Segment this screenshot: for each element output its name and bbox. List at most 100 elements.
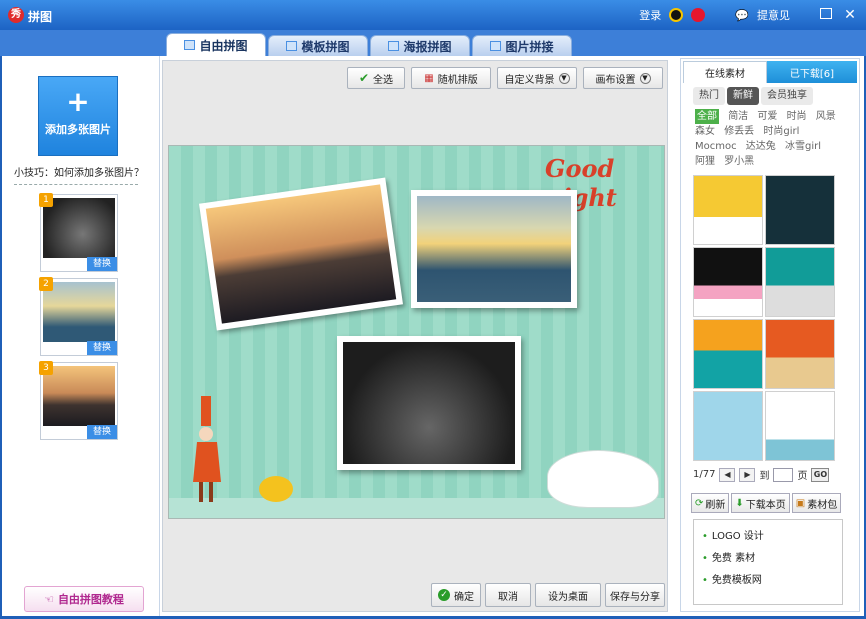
- collage-canvas[interactable]: Good night: [168, 145, 665, 519]
- replace-button[interactable]: 替换: [87, 425, 117, 439]
- button-label: 自定义背景: [504, 74, 555, 86]
- button-label: 全选: [373, 74, 394, 86]
- category-item[interactable]: 阿狸: [695, 154, 715, 169]
- ad-link[interactable]: LOGO 设计: [702, 526, 834, 548]
- button-label: 随机排版: [437, 74, 478, 86]
- template-thumb[interactable]: [693, 319, 763, 389]
- collage-photo-2[interactable]: [411, 190, 577, 308]
- category-item[interactable]: Mocmoc: [695, 139, 737, 154]
- page-label: 页: [797, 471, 808, 482]
- image-thumb-2[interactable]: 2 替换: [39, 277, 118, 356]
- template-thumb[interactable]: [765, 247, 835, 317]
- template-thumb[interactable]: [693, 247, 763, 317]
- free-collage-icon: [184, 40, 196, 50]
- editor-panel: ✔ 全选 ▦ 随机排版 自定义背景 ▼ 画布设置 ▼ Good night ✓ …: [162, 60, 668, 612]
- download-page-button[interactable]: ⬇ 下载本页: [731, 493, 790, 513]
- tab-label: 模板拼图: [301, 39, 350, 54]
- custom-background-dropdown[interactable]: 自定义背景 ▼: [497, 67, 577, 89]
- chevron-down-icon: ▼: [639, 72, 651, 84]
- template-thumb[interactable]: [765, 175, 835, 245]
- login-link[interactable]: 登录: [639, 7, 661, 23]
- tab-poster-collage[interactable]: 海报拼图: [370, 35, 470, 56]
- category-item[interactable]: 时尚: [787, 109, 807, 124]
- download-icon: ⬇: [735, 497, 744, 509]
- button-label: 取消: [498, 591, 518, 603]
- qq-icon[interactable]: [669, 8, 684, 22]
- refresh-button[interactable]: ⟳ 刷新: [691, 493, 730, 513]
- set-desktop-button[interactable]: 设为桌面: [535, 583, 601, 607]
- category-item[interactable]: 时尚girl: [763, 124, 799, 139]
- page-input[interactable]: [773, 467, 794, 482]
- category-item[interactable]: 修丢丢: [724, 124, 754, 139]
- template-thumb[interactable]: [693, 391, 763, 461]
- ad-link[interactable]: 免费模板网: [702, 570, 834, 592]
- weibo-icon[interactable]: [691, 8, 706, 22]
- maximize-button[interactable]: [818, 8, 834, 22]
- category-item[interactable]: 冰雪girl: [785, 139, 821, 154]
- add-images-label: 添加多张图片: [45, 123, 111, 136]
- random-layout-button[interactable]: ▦ 随机排版: [411, 67, 491, 89]
- thumb-image: [43, 366, 115, 426]
- category-item[interactable]: 可爱: [757, 109, 777, 124]
- tab-label: 海报拼图: [403, 39, 452, 54]
- tab-downloaded[interactable]: 已下载[6]: [767, 61, 857, 83]
- filter-members[interactable]: 会员独享: [761, 87, 813, 105]
- template-thumb[interactable]: [693, 175, 763, 245]
- close-button[interactable]: ✕: [842, 8, 858, 22]
- replace-button[interactable]: 替换: [87, 257, 117, 271]
- image-thumb-1[interactable]: 1 替换: [39, 193, 118, 272]
- canvas-settings-dropdown[interactable]: 画布设置 ▼: [583, 67, 663, 89]
- tab-image-stitch[interactable]: 图片拼接: [472, 35, 572, 56]
- ad-link[interactable]: 免费 素材: [702, 548, 834, 570]
- pagination: 1/77 ◀ ▶ 到 页 GO: [693, 467, 830, 482]
- button-label: 保存与分享: [610, 591, 660, 603]
- save-share-button[interactable]: 保存与分享: [605, 583, 665, 607]
- collage-photo-3[interactable]: [337, 336, 521, 470]
- thumb-number: 2: [39, 277, 53, 291]
- package-icon: ▣: [795, 497, 806, 509]
- category-all[interactable]: 全部: [695, 109, 719, 124]
- feedback-link[interactable]: 提意见: [757, 7, 790, 23]
- cancel-button[interactable]: 取消: [485, 583, 531, 607]
- category-item[interactable]: 达达兔: [746, 139, 776, 154]
- button-label: 确定: [454, 591, 474, 603]
- poster-icon: [388, 41, 400, 51]
- filter-new[interactable]: 新鲜: [727, 87, 759, 105]
- window-title: 拼图: [28, 10, 53, 24]
- page-indicator: 1/77: [693, 469, 716, 480]
- thumb-image: [43, 198, 115, 258]
- confirm-button[interactable]: ✓ 确定: [431, 583, 481, 607]
- tutorial-button[interactable]: ☜ 自由拼图教程: [24, 586, 144, 612]
- replace-button[interactable]: 替换: [87, 341, 117, 355]
- next-page-button[interactable]: ▶: [739, 467, 756, 482]
- goto-label: 到: [759, 471, 770, 482]
- image-thumb-3[interactable]: 3 替换: [39, 361, 118, 440]
- category-item[interactable]: 罗小黑: [724, 154, 754, 169]
- category-item[interactable]: 森女: [695, 124, 715, 139]
- polar-bear-illustration: [547, 450, 659, 508]
- button-label: 刷新: [705, 499, 726, 511]
- tab-online-materials[interactable]: 在线素材: [683, 61, 767, 83]
- tab-template-collage[interactable]: 模板拼图: [268, 35, 368, 56]
- hand-icon: ☜: [44, 592, 54, 606]
- tab-free-collage[interactable]: 自由拼图: [166, 33, 266, 56]
- tab-bar: 自由拼图 模板拼图 海报拼图 图片拼接: [0, 30, 866, 56]
- app-logo: 秀: [8, 7, 24, 23]
- category-item[interactable]: 风景: [816, 109, 836, 124]
- category-item[interactable]: 简洁: [728, 109, 748, 124]
- template-thumb[interactable]: [765, 319, 835, 389]
- photo-image: [343, 342, 515, 464]
- filter-hot[interactable]: 热门: [693, 87, 725, 105]
- tip-link[interactable]: 小技巧：如何添加多张图片？: [14, 164, 144, 179]
- button-label: 素材包: [807, 499, 838, 511]
- select-all-button[interactable]: ✔ 全选: [347, 67, 405, 89]
- button-label: 画布设置: [595, 74, 636, 86]
- go-button[interactable]: GO: [811, 467, 830, 482]
- plus-icon: +: [66, 85, 90, 118]
- material-pack-button[interactable]: ▣ 素材包: [791, 493, 842, 513]
- template-thumb[interactable]: [765, 391, 835, 461]
- add-images-button[interactable]: + 添加多张图片: [38, 76, 118, 156]
- photo-image: [205, 184, 397, 324]
- collage-photo-1[interactable]: [199, 177, 403, 331]
- prev-page-button[interactable]: ◀: [719, 467, 736, 482]
